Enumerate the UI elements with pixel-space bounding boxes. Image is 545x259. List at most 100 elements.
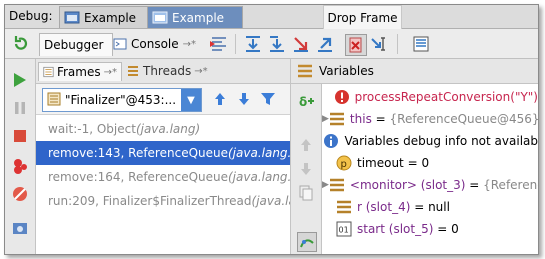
step-out-icon[interactable] (315, 34, 335, 54)
evaluate-expression-icon[interactable] (411, 34, 431, 54)
left-vertical-toolbar (5, 59, 36, 254)
step-over-icon[interactable] (243, 34, 263, 54)
tab-debugger[interactable]: Debugger (39, 33, 113, 56)
run-config-icon (152, 11, 168, 23)
variable-row[interactable]: r (slot_4) = null (322, 196, 538, 218)
show-watches-icon[interactable] (297, 232, 317, 252)
variable-name: start (slot_5) (357, 222, 434, 236)
rerun-icon[interactable] (11, 34, 31, 54)
stack-frame-row[interactable]: remove:143, ReferenceQueue (java.lang.r (36, 141, 290, 165)
thread-dropdown[interactable]: "Finalizer"@453:... ▼ (42, 88, 202, 112)
stack-frame-row[interactable]: remove:164, ReferenceQueue (java.lang.r (36, 165, 290, 189)
debug-tool-window: Debug: Example Example Drop Frame Debugg… (4, 4, 539, 255)
expand-arrow-icon[interactable]: ▶ (322, 180, 329, 190)
tab-threads[interactable]: Threads →* (122, 62, 224, 80)
tab-console[interactable]: Console →* (109, 33, 203, 55)
thread-icon (47, 92, 61, 106)
variable-row[interactable]: ▶ <monitor> (slot_3) = {Referenc (322, 174, 538, 196)
stop-icon[interactable] (11, 127, 29, 145)
move-down-icon[interactable] (297, 160, 315, 178)
stack-frame-row[interactable]: wait:-1, Object (java.lang) (36, 117, 290, 141)
pin-icon: →* (194, 65, 208, 77)
run-config-tab-label: Example (172, 10, 225, 25)
pin-icon: →* (103, 66, 117, 78)
pin-icon: →* (182, 38, 197, 50)
toolbar-separator (397, 34, 398, 54)
field-icon (337, 200, 351, 214)
drop-frame-icon[interactable] (345, 34, 367, 56)
variable-value: 0 (451, 222, 459, 236)
info-icon (324, 134, 339, 148)
step-into-icon[interactable] (267, 34, 287, 54)
thread-dropdown-value: "Finalizer"@453:... (65, 93, 177, 107)
tab-frames[interactable]: Frames →* (38, 62, 122, 81)
stack-frame-class: (java.lang) (135, 122, 201, 136)
variable-value: {Referenc (483, 178, 538, 192)
variable-row[interactable]: processRepeatConversion("Y") (322, 86, 538, 108)
variable-name: this (349, 112, 372, 126)
stack-frame-row[interactable]: run:209, Finalizer$FinalizerThread (java… (36, 189, 290, 213)
tab-console-label: Console (131, 37, 179, 51)
stack-frame-method: wait:-1, Object (48, 122, 136, 136)
number-icon: 01 (336, 221, 352, 237)
variable-row[interactable]: Variables debug info not availab (322, 130, 538, 152)
variables-icon (298, 64, 312, 78)
variable-value: {ReferenceQueue@456} (389, 112, 538, 126)
field-icon (329, 112, 344, 126)
arrow-up-icon[interactable] (212, 91, 228, 107)
variable-row[interactable]: p timeout = 0 (322, 152, 538, 174)
debug-tab-bar: Debug: Example Example (5, 5, 538, 29)
variables-side-toolbar: δ (291, 84, 322, 254)
variable-name: Variables debug info not availab (344, 134, 538, 148)
copy-icon[interactable] (297, 184, 315, 202)
tab-threads-label: Threads (143, 64, 192, 78)
variables-tree: processRepeatConversion("Y") ▶ this = {Ref… (322, 84, 538, 254)
tab-debugger-label: Debugger (44, 38, 104, 52)
stack-frame-method: remove:143, ReferenceQueue (48, 146, 228, 160)
camera-icon[interactable] (11, 219, 29, 237)
move-up-icon[interactable] (297, 136, 315, 154)
arrow-down-icon[interactable] (236, 91, 252, 107)
tab-frames-label: Frames (56, 65, 101, 79)
run-config-icon (64, 11, 80, 23)
variables-header: Variables (291, 59, 538, 84)
frames-panel: Frames →* Threads →* "Finalizer"@453:...… (36, 59, 291, 254)
show-execution-point-icon[interactable] (209, 34, 229, 54)
new-watch-icon[interactable]: δ (297, 92, 315, 110)
chevron-down-icon[interactable]: ▼ (181, 89, 201, 111)
toolbar-separator (235, 34, 236, 54)
run-config-tab-label: Example (84, 10, 137, 25)
run-to-cursor-icon[interactable] (369, 34, 389, 54)
variable-name: timeout (357, 156, 404, 170)
variables-title: Variables (319, 64, 374, 78)
view-breakpoints-icon[interactable] (11, 157, 29, 175)
debugger-toolbar: Debugger Console →* (5, 29, 538, 59)
variable-name: r (slot_4) (357, 200, 411, 214)
pause-program-icon[interactable] (11, 99, 29, 117)
run-config-tab-2[interactable]: Example (147, 6, 243, 28)
console-icon (113, 38, 127, 50)
debug-label: Debug: (9, 9, 53, 23)
variable-row[interactable]: ▶ this = {ReferenceQueue@456} (322, 108, 538, 130)
threads-icon (128, 66, 138, 76)
param-icon: p (336, 155, 352, 171)
variable-value: 0 (421, 156, 430, 170)
variable-equals: = (433, 222, 452, 236)
expand-arrow-icon[interactable]: ▶ (322, 114, 329, 124)
svg-text:δ: δ (299, 95, 307, 109)
stack-frame-class: (java.lang.r (228, 146, 290, 160)
drop-frame-tooltip: Drop Frame (323, 5, 402, 31)
resume-program-icon[interactable] (11, 71, 29, 89)
mute-breakpoints-icon[interactable] (11, 185, 29, 203)
run-config-tab-1[interactable]: Example (59, 6, 151, 28)
filter-icon[interactable] (260, 91, 276, 107)
variable-name: processRepeatConversion("Y") (354, 90, 538, 104)
force-step-into-icon[interactable] (291, 34, 311, 54)
frames-icon (43, 66, 54, 78)
variable-row[interactable]: 01 start (slot_5) = 0 (322, 218, 538, 240)
variable-equals: = (403, 156, 422, 170)
stack-frame-method: remove:164, ReferenceQueue (48, 170, 228, 184)
svg-text:p: p (341, 159, 347, 170)
variable-equals: = (410, 200, 429, 214)
stack-frame-class: (java.lang.r (228, 170, 290, 184)
